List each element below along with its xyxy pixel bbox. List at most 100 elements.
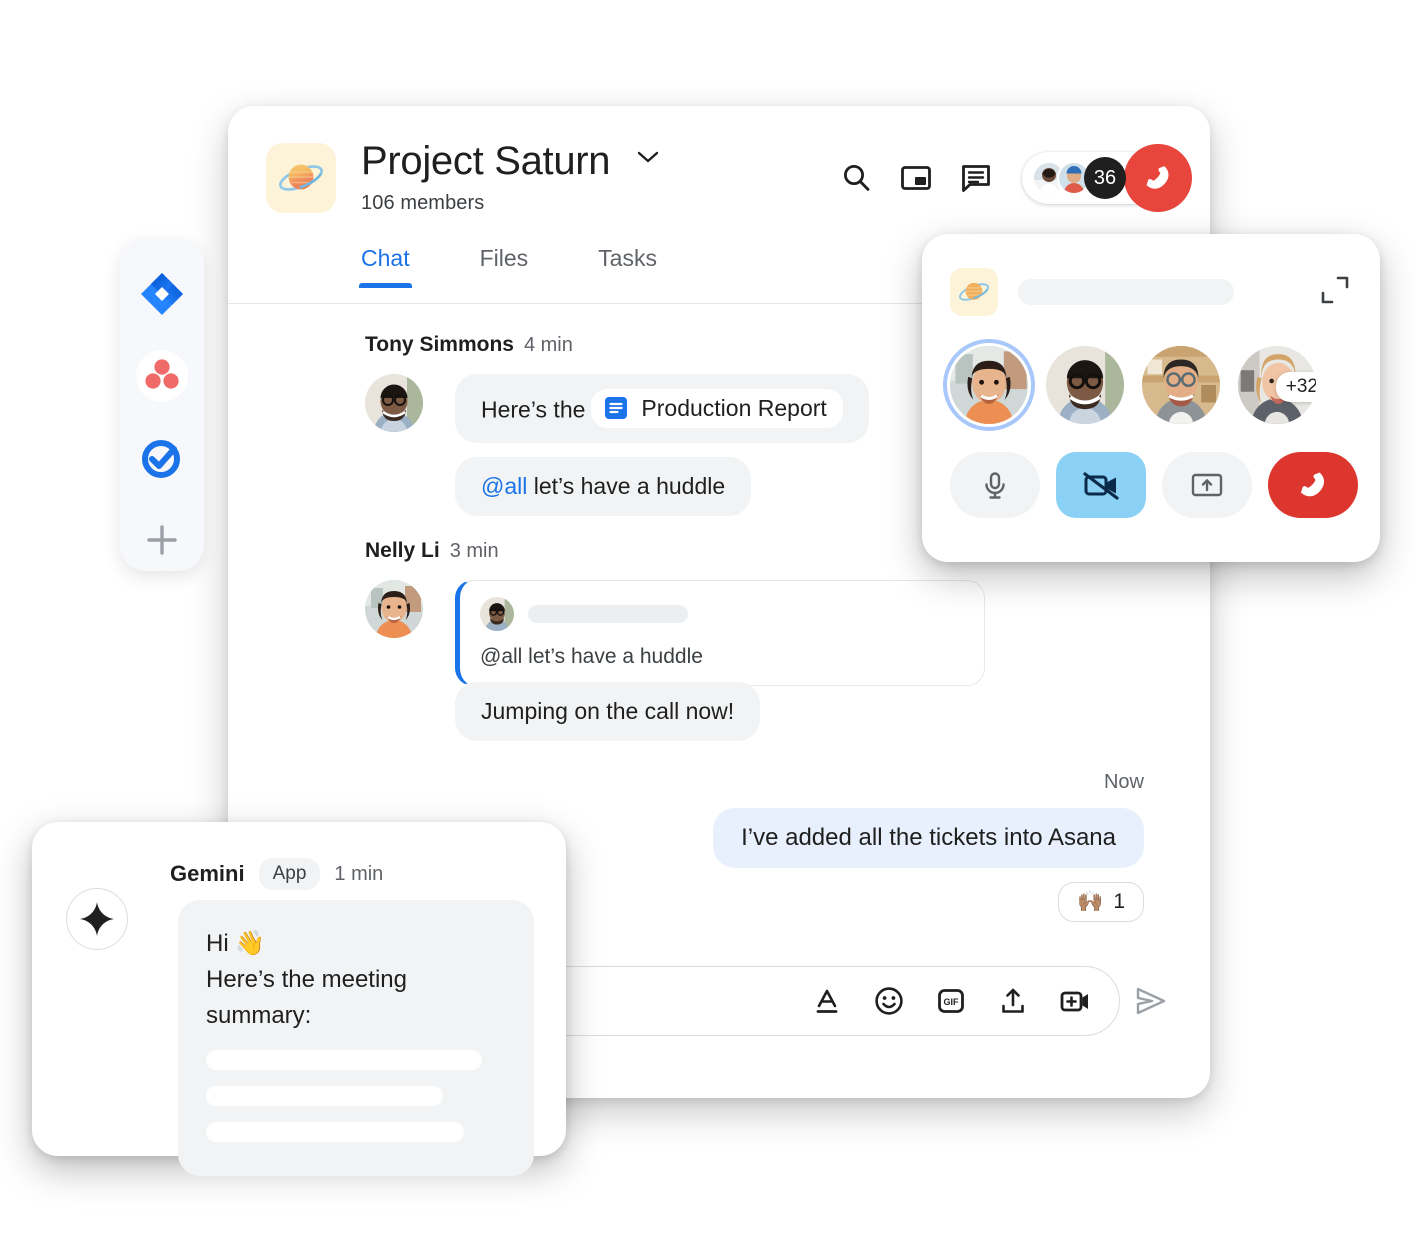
video-call-header (950, 268, 1352, 316)
outgoing-message-bubble[interactable]: I’ve added all the tickets into Asana (713, 808, 1144, 868)
space-title-block: Project Saturn 106 members (361, 136, 663, 215)
gemini-message-header: Gemini App 1 min (170, 858, 383, 890)
video-call-card: +32 (922, 234, 1380, 562)
person-photo-icon (950, 346, 1028, 424)
upload-file-button[interactable] (995, 983, 1031, 1019)
message-reaction[interactable]: 🙌🏽 1 (1058, 882, 1144, 922)
outgoing-message-group: Now I’ve added all the tickets into Asan… (713, 771, 1144, 922)
leave-call-button[interactable] (1268, 452, 1358, 518)
google-docs-icon (605, 397, 628, 420)
quoted-author-placeholder (528, 605, 688, 623)
message-group: Nelly Li 3 min @all let’s have a huddle … (365, 539, 985, 741)
gif-icon: GIF (938, 989, 964, 1013)
gemini-timestamp: 1 min (334, 862, 384, 885)
emoji-smiley-icon (875, 987, 903, 1015)
person-photo-icon (365, 374, 423, 432)
reaction-count: 1 (1113, 890, 1125, 913)
chat-bubble-icon (962, 165, 990, 192)
avatar (365, 374, 423, 432)
tab-chat[interactable]: Chat (359, 245, 412, 288)
attachment-chip[interactable]: Production Report (591, 389, 843, 428)
call-participant-3[interactable] (1142, 346, 1220, 424)
quoted-message-text: @all let’s have a huddle (480, 645, 703, 668)
message-text: let’s have a huddle (527, 472, 726, 499)
expand-call-button[interactable] (1318, 273, 1352, 312)
call-participant-count: 36 (1084, 157, 1126, 199)
app-rail-item-tasks[interactable]: Tasks (136, 432, 188, 484)
hangup-phone-icon (1300, 472, 1325, 497)
expand-icon (1321, 276, 1349, 303)
gif-button[interactable]: GIF (933, 983, 969, 1019)
header-actions: 36 (826, 144, 1192, 212)
person-photo-icon (480, 597, 514, 631)
person-photo-icon (1046, 346, 1124, 424)
emoji-button[interactable] (871, 983, 907, 1019)
space-member-count: 106 members (361, 192, 485, 214)
space-menu-button[interactable] (633, 147, 663, 172)
person-photo-icon (365, 580, 423, 638)
plus-icon (147, 525, 177, 555)
screenshot-canvas: Jira Asana (0, 0, 1416, 1260)
format-text-button[interactable] (809, 983, 845, 1019)
gemini-app-name: Gemini (170, 861, 245, 886)
gemini-avatar (66, 888, 128, 950)
jira-diamond-icon (141, 273, 183, 315)
message-author-name: Tony Simmons (365, 333, 514, 356)
call-space-avatar (950, 268, 998, 316)
attachment-chip-label: Production Report (641, 395, 827, 421)
message-bubble[interactable]: @all let’s have a huddle (455, 456, 752, 516)
tab-files[interactable]: Files (480, 245, 529, 288)
message-group: Tony Simmons 4 min Here’s the Production… (365, 333, 985, 516)
gemini-skeleton-line (206, 1122, 464, 1142)
quoted-message[interactable]: @all let’s have a huddle (455, 580, 985, 686)
page-title: Project Saturn (361, 139, 611, 183)
mention-all[interactable]: @all (481, 473, 527, 499)
present-screen-icon (1191, 473, 1223, 497)
present-screen-button[interactable] (1162, 452, 1252, 518)
call-participant-2[interactable] (1046, 346, 1124, 424)
gemini-skeleton-line (206, 1086, 443, 1106)
call-participant-4[interactable]: +32 (1238, 346, 1316, 424)
send-arrow-icon (1136, 987, 1166, 1015)
message-bubble[interactable]: Here’s the Production Report (455, 374, 869, 443)
person-photo-icon (1142, 346, 1220, 424)
avatar (365, 580, 423, 638)
active-call-chip[interactable]: 36 (1022, 144, 1192, 212)
add-video-icon (1060, 991, 1088, 1012)
camera-button[interactable] (1056, 452, 1146, 518)
app-rail-item-asana[interactable]: Asana (136, 350, 188, 402)
app-rail: Jira Asana (120, 238, 204, 571)
message-author-name: Nelly Li (365, 539, 440, 562)
quoted-message-header (480, 597, 962, 631)
outgoing-timestamp: Now (1103, 771, 1144, 793)
gemini-message-bubble[interactable]: Hi 👋 Here’s the meeting summary: (178, 900, 534, 1176)
add-video-meeting-button[interactable] (1057, 983, 1093, 1019)
search-button[interactable] (826, 148, 886, 208)
gemini-greeting: Hi 👋 (206, 930, 266, 957)
message-timestamp: 3 min (449, 540, 499, 562)
saturn-planet-icon (959, 282, 989, 301)
tab-tasks[interactable]: Tasks (598, 245, 657, 288)
gemini-message-card: Gemini App 1 min Hi 👋 Here’s the meeting… (32, 822, 566, 1176)
saturn-planet-icon (279, 164, 323, 191)
tab-bar: Chat Files Tasks (359, 245, 657, 288)
app-rail-item-add[interactable]: Add app (136, 514, 188, 566)
message-timestamp: 4 min (523, 334, 573, 356)
hangup-button[interactable] (1124, 144, 1192, 212)
call-title-placeholder (1018, 279, 1234, 305)
picture-in-picture-button[interactable] (886, 148, 946, 208)
app-rail-item-jira[interactable]: Jira (136, 268, 188, 320)
gemini-sparkle-icon (80, 902, 114, 936)
send-button[interactable] (1120, 982, 1182, 1020)
hangup-phone-icon (1146, 166, 1169, 189)
chat-panel-button[interactable] (946, 148, 1006, 208)
call-participant-1[interactable] (943, 339, 1035, 431)
gemini-summary-label: Here’s the meeting summary: (206, 966, 407, 1029)
message-author: Tony Simmons 4 min (365, 333, 985, 357)
call-chip-faces (1032, 161, 1091, 195)
call-overflow-count: +32 (1275, 372, 1316, 402)
call-controls (950, 452, 1358, 518)
check-circle-icon (142, 440, 180, 478)
message-bubble[interactable]: Jumping on the call now! (455, 682, 761, 741)
microphone-button[interactable] (950, 452, 1040, 518)
